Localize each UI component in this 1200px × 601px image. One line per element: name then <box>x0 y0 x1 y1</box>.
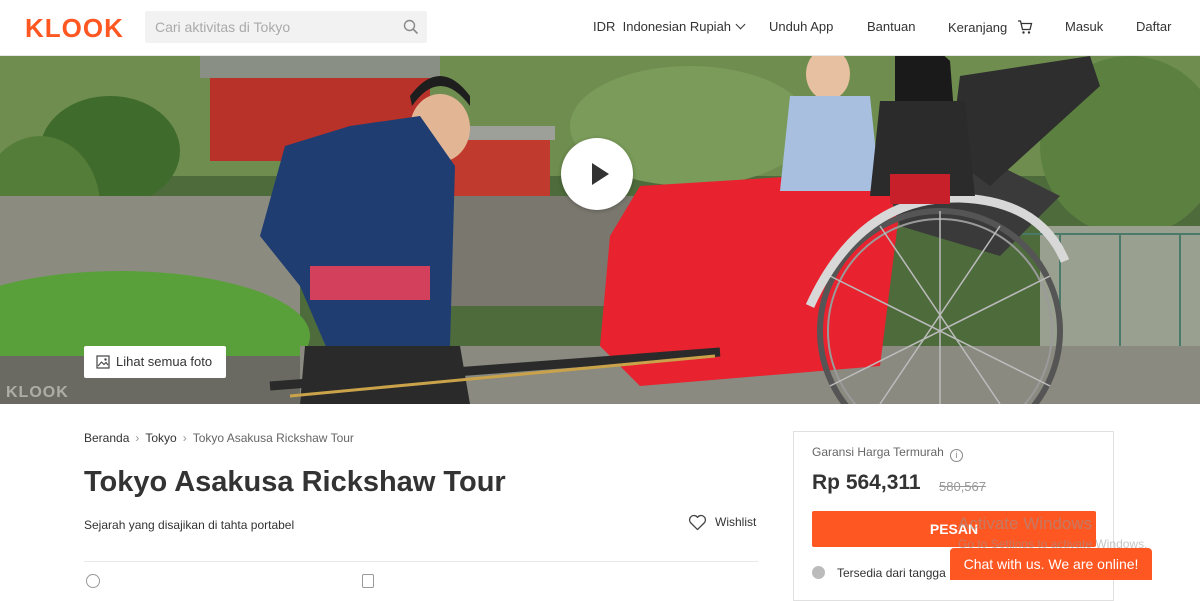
current-price: Rp 564,311 <box>812 471 921 494</box>
video-play-button[interactable] <box>561 138 633 210</box>
activity-title: Tokyo Asakusa Rickshaw Tour <box>84 466 506 498</box>
wishlist-label: Wishlist <box>715 515 757 529</box>
search-input[interactable] <box>145 11 395 43</box>
breadcrumb-current: Tokyo Asakusa Rickshaw Tour <box>192 431 354 445</box>
section-divider <box>84 561 758 562</box>
original-price: 580,567 <box>939 479 986 494</box>
view-all-photos-button[interactable]: Lihat semua foto <box>84 346 227 378</box>
wishlist-button[interactable]: Wishlist <box>688 514 756 531</box>
availability-label: Tersedia dari tangga <box>837 566 946 580</box>
info-icon[interactable]: i <box>949 449 963 462</box>
breadcrumb-separator-icon: › <box>182 431 187 445</box>
search-box[interactable] <box>145 11 427 43</box>
activity-subtitle: Sejarah yang disajikan di tahta portabel <box>84 518 295 532</box>
klook-logo[interactable]: KLOOK <box>25 13 124 44</box>
search-icon[interactable] <box>403 19 419 35</box>
cart-icon <box>1017 20 1033 34</box>
activate-windows-title: Activate Windows <box>958 514 1093 533</box>
top-navbar: KLOOK IDR Indonesian Rupiah Unduh App Ba… <box>0 0 1200 56</box>
image-icon <box>96 355 110 369</box>
cart-link[interactable]: Keranjang <box>948 19 1033 35</box>
currency-label: IDR Indonesian Rupiah <box>593 19 732 34</box>
breadcrumb-separator-icon: › <box>135 431 140 445</box>
login-link[interactable]: Masuk <box>1065 19 1103 34</box>
register-link[interactable]: Daftar <box>1136 19 1171 34</box>
document-icon <box>362 574 374 588</box>
price-guarantee: Garansi Harga Termurah i <box>812 445 963 462</box>
windows-activation-watermark: Activate Windows Go to Settings to activ… <box>958 514 1147 551</box>
help-link[interactable]: Bantuan <box>867 19 915 34</box>
view-all-photos-label: Lihat semua foto <box>116 354 213 369</box>
hero-banner[interactable]: Lihat semua foto KLOOK <box>0 56 1200 404</box>
breadcrumb-city[interactable]: Tokyo <box>145 431 176 445</box>
photo-watermark: KLOOK <box>6 384 69 401</box>
breadcrumb-home[interactable]: Beranda <box>84 431 129 445</box>
price-guarantee-label: Garansi Harga Termurah <box>812 445 944 459</box>
history-icon <box>86 574 100 588</box>
clock-icon <box>812 566 825 579</box>
chevron-down-icon <box>735 19 746 30</box>
availability: Tersedia dari tangga <box>812 566 946 580</box>
currency-selector[interactable]: IDR Indonesian Rupiah <box>593 19 746 34</box>
download-app-link[interactable]: Unduh App <box>769 19 833 34</box>
live-chat-button[interactable]: Chat with us. We are online! <box>950 548 1152 580</box>
cart-label: Keranjang <box>948 20 1008 35</box>
breadcrumb: Beranda › Tokyo › Tokyo Asakusa Rickshaw Tou… <box>84 431 354 445</box>
heart-icon <box>688 514 707 531</box>
play-icon <box>592 163 609 185</box>
